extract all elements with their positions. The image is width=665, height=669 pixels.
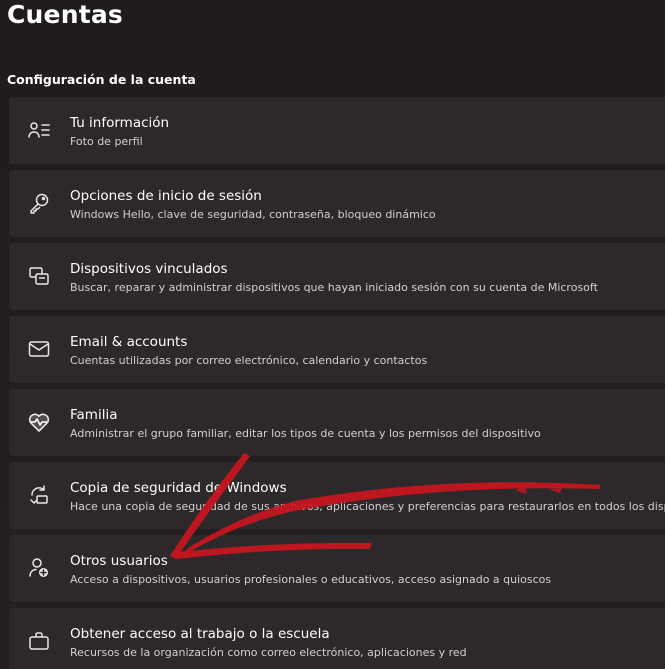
setting-title: Tu información bbox=[70, 115, 170, 131]
page-title: Cuentas bbox=[7, 0, 123, 29]
setting-subtitle: Acceso a dispositivos, usuarios profesio… bbox=[70, 573, 552, 586]
setting-copia-seguridad[interactable]: Copia de seguridad de Windows Hace una c… bbox=[9, 462, 665, 529]
mail-icon bbox=[27, 337, 51, 361]
setting-email-accounts[interactable]: Email & accounts Cuentas utilizadas por … bbox=[9, 316, 665, 383]
setting-title: Familia bbox=[70, 407, 118, 423]
add-user-icon bbox=[27, 556, 51, 580]
person-list-icon bbox=[27, 118, 51, 142]
setting-dispositivos-vinculados[interactable]: Dispositivos vinculados Buscar, reparar … bbox=[9, 243, 665, 310]
briefcase-icon bbox=[27, 629, 51, 653]
setting-subtitle: Buscar, reparar y administrar dispositiv… bbox=[70, 281, 598, 294]
setting-subtitle: Recursos de la organización como correo … bbox=[70, 646, 467, 659]
setting-subtitle: Administrar el grupo familiar, editar lo… bbox=[70, 427, 541, 440]
setting-title: Obtener acceso al trabajo o la escuela bbox=[70, 626, 330, 642]
setting-title: Otros usuarios bbox=[70, 553, 168, 569]
setting-title: Dispositivos vinculados bbox=[70, 261, 228, 277]
key-icon bbox=[27, 191, 51, 215]
linked-devices-icon bbox=[27, 264, 51, 288]
family-heart-icon bbox=[27, 410, 51, 434]
setting-tu-informacion[interactable]: Tu información Foto de perfil bbox=[9, 97, 665, 164]
section-title: Configuración de la cuenta bbox=[7, 72, 196, 87]
setting-otros-usuarios[interactable]: Otros usuarios Acceso a dispositivos, us… bbox=[9, 535, 665, 602]
settings-list: Tu información Foto de perfil Opciones d… bbox=[9, 97, 665, 669]
setting-title: Email & accounts bbox=[70, 334, 188, 350]
backup-icon bbox=[27, 483, 51, 507]
setting-subtitle: Cuentas utilizadas por correo electrónic… bbox=[70, 354, 428, 367]
setting-trabajo-escuela[interactable]: Obtener acceso al trabajo o la escuela R… bbox=[9, 608, 665, 669]
setting-title: Copia de seguridad de Windows bbox=[70, 480, 287, 496]
setting-subtitle: Hace una copia de seguridad de sus archi… bbox=[70, 500, 665, 513]
settings-window: Cuentas Configuración de la cuenta Tu in… bbox=[0, 0, 665, 669]
setting-subtitle: Windows Hello, clave de seguridad, contr… bbox=[70, 208, 436, 221]
setting-familia[interactable]: Familia Administrar el grupo familiar, e… bbox=[9, 389, 665, 456]
setting-opciones-inicio-sesion[interactable]: Opciones de inicio de sesión Windows Hel… bbox=[9, 170, 665, 237]
setting-subtitle: Foto de perfil bbox=[70, 135, 143, 148]
setting-title: Opciones de inicio de sesión bbox=[70, 188, 262, 204]
